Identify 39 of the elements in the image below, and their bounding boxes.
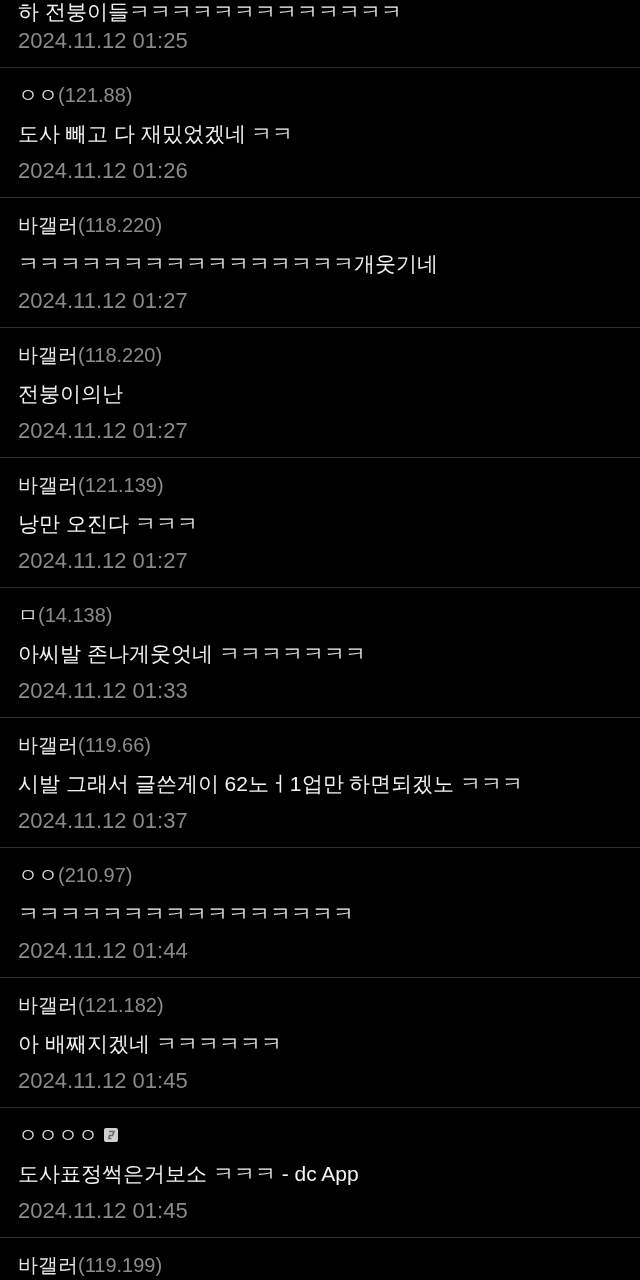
comment-ip: (210.97) xyxy=(58,865,133,885)
comment-text: 시발 그래서 글쓴게이 62노ㅓ1업만 하면되겠노 ㅋㅋㅋ xyxy=(18,772,524,794)
comment-author: ㅇㅇ xyxy=(18,865,58,885)
comment-ip: (121.88) xyxy=(58,85,133,105)
comment-author: 바갤러 xyxy=(18,995,78,1015)
comment-text: 아씨발 존나게웃엇네 ㅋㅋㅋㅋㅋㅋㅋ xyxy=(18,642,366,664)
comment-date: 2024.11.12 01:37 xyxy=(18,810,188,832)
comment-date: 2024.11.12 01:45 xyxy=(18,1070,188,1092)
comment-ip: (121.139) xyxy=(78,475,164,495)
comment-text: 하 전붕이들ㅋㅋㅋㅋㅋㅋㅋㅋㅋㅋㅋㅋㅋ xyxy=(18,1,402,22)
comment-author: 바갤러 xyxy=(18,1255,78,1275)
comment-text: 낭만 오진다 ㅋㅋㅋ xyxy=(18,512,198,534)
comment-author: 바갤러 xyxy=(18,215,78,235)
comment-author: 바갤러 xyxy=(18,475,78,495)
comment-author: ㅇㅇ xyxy=(18,85,58,105)
comment-date: 2024.11.12 01:27 xyxy=(18,550,188,572)
comment-author: 바갤러 xyxy=(18,735,78,755)
comment-text: 도사 빼고 다 재밌었겠네 ㅋㅋ xyxy=(18,122,294,144)
comment-ip: (118.220) xyxy=(78,345,163,365)
comment-author: ㅁ xyxy=(18,605,38,625)
comment-ip: (119.199) xyxy=(78,1255,163,1275)
comment-date: 2024.11.12 01:27 xyxy=(18,420,188,442)
comment-author: ㅇㅇㅇㅇ xyxy=(18,1125,98,1145)
comment-ip: (119.66) xyxy=(78,735,151,755)
comment-date: 2024.11.12 01:25 xyxy=(18,30,188,52)
comment-date: 2024.11.12 01:45 xyxy=(18,1200,188,1222)
comment-date: 2024.11.12 01:26 xyxy=(18,160,188,182)
comment-ip: (118.220) xyxy=(78,215,163,235)
comment-text: 도사표정썩은거보소 ㅋㅋㅋ - dc App xyxy=(18,1162,359,1184)
comment-text: 전붕이의난 xyxy=(18,382,123,404)
comment-text: 아 배째지겠네 ㅋㅋㅋㅋㅋㅋ xyxy=(18,1032,282,1054)
comment-text: ㅋㅋㅋㅋㅋㅋㅋㅋㅋㅋㅋㅋㅋㅋㅋㅋ xyxy=(18,902,354,924)
comment-date: 2024.11.12 01:44 xyxy=(18,940,188,962)
comment-ip: (14.138) xyxy=(38,605,113,625)
comment-ip: (121.182) xyxy=(78,995,164,1015)
comment-date: 2024.11.12 01:27 xyxy=(18,290,188,312)
comment-date: 2024.11.12 01:33 xyxy=(18,680,188,702)
comment-text: ㅋㅋㅋㅋㅋㅋㅋㅋㅋㅋㅋㅋㅋㅋㅋㅋ개웃기네 xyxy=(18,252,438,274)
comment-author: 바갤러 xyxy=(18,345,78,365)
